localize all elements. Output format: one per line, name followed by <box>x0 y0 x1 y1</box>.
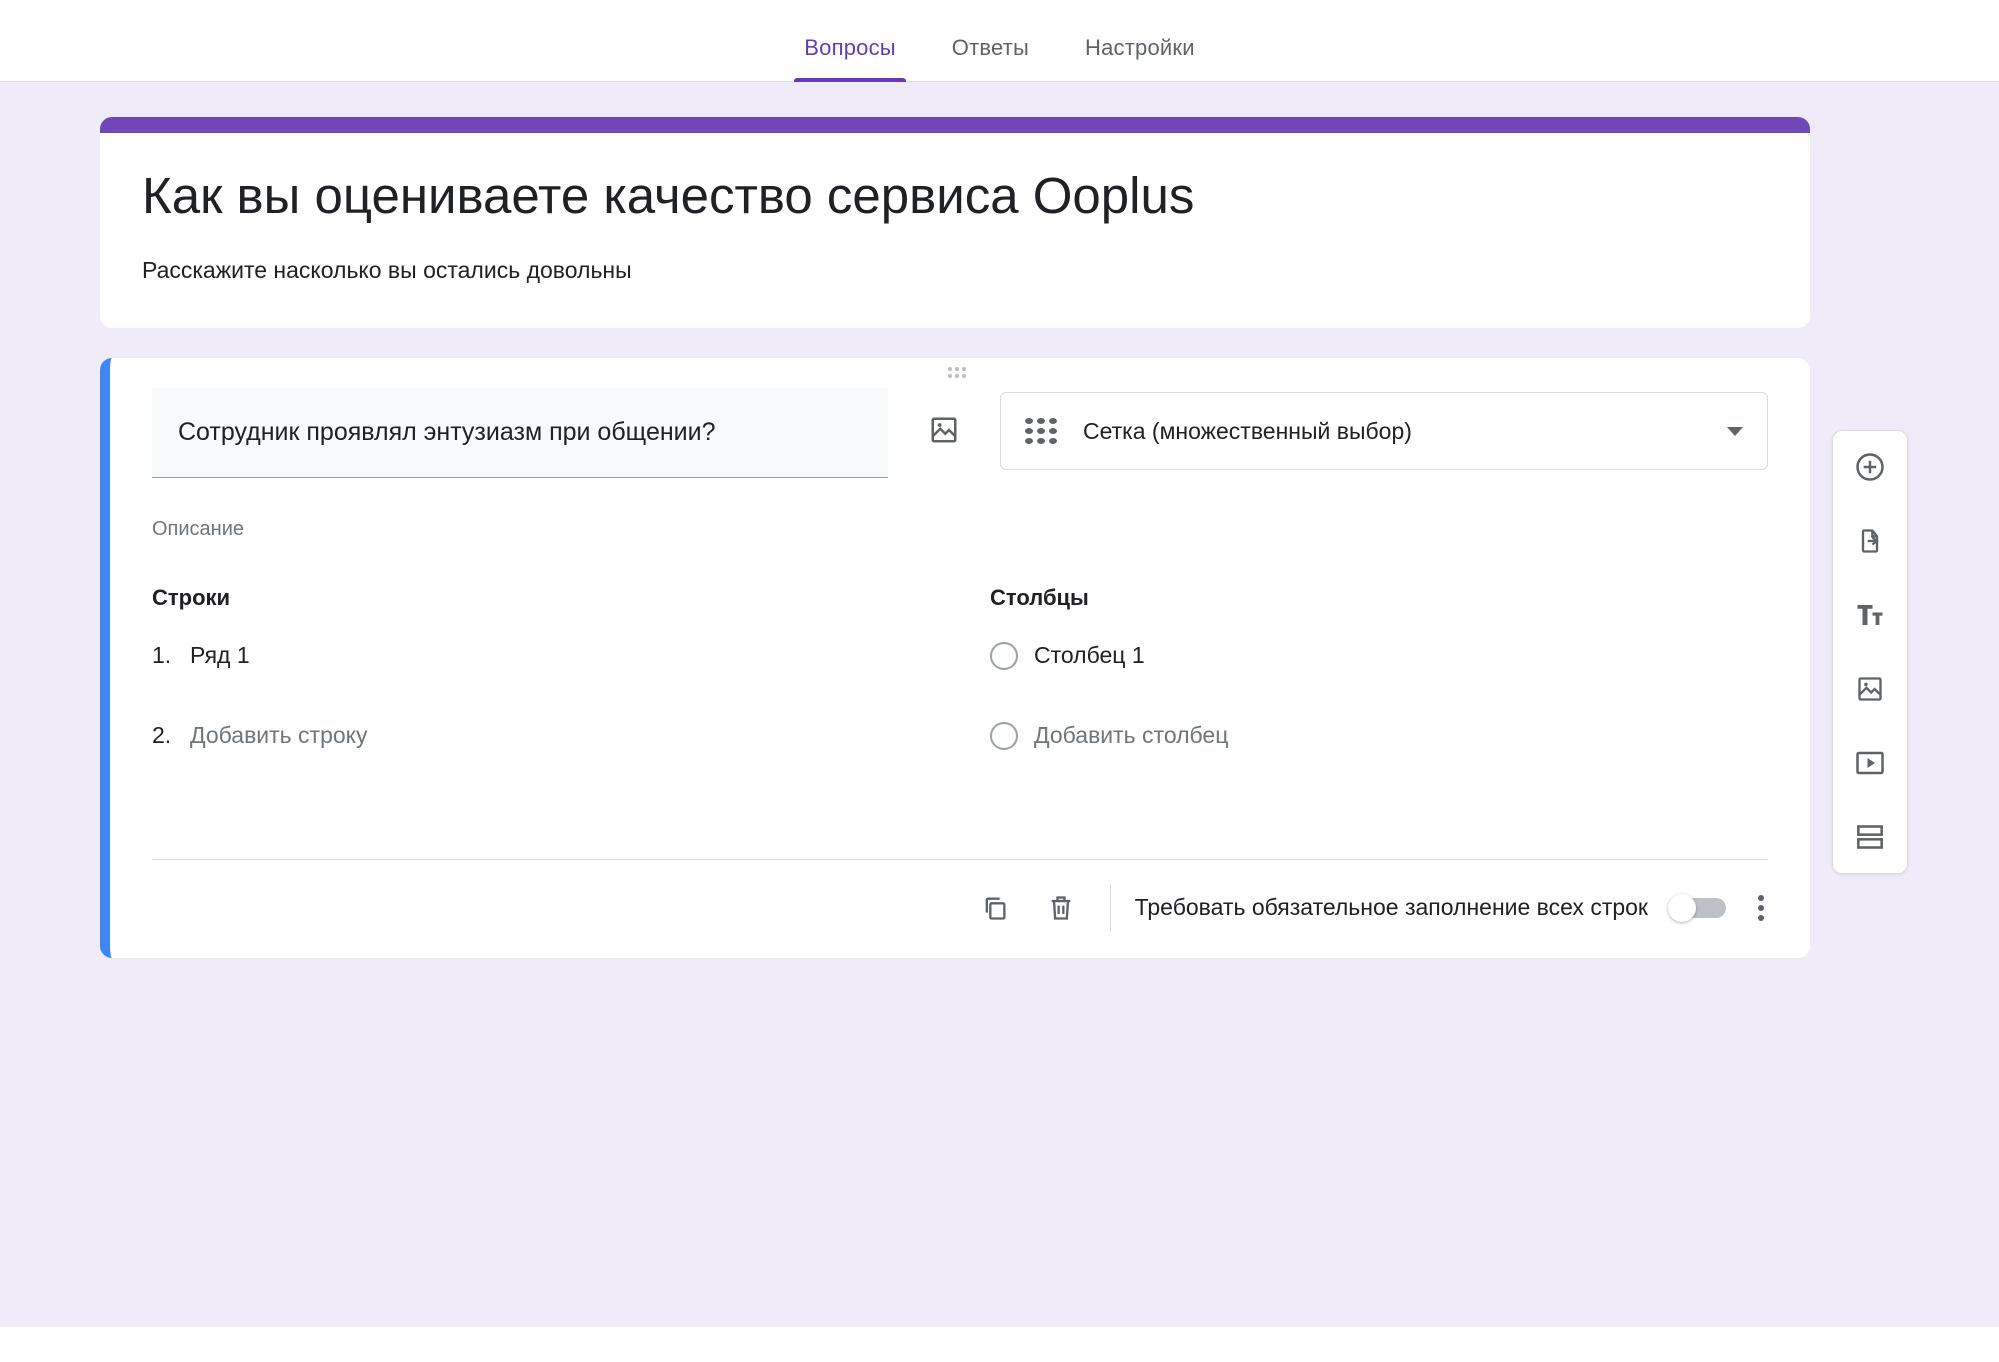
text-icon <box>1855 602 1885 628</box>
cols-header: Столбцы <box>990 585 1768 611</box>
add-row-button[interactable]: 2. Добавить строку <box>152 719 930 753</box>
chevron-down-icon <box>1727 427 1743 436</box>
add-col-button[interactable]: Добавить столбец <box>990 719 1768 753</box>
drag-handle[interactable] <box>110 358 1810 388</box>
add-row-number: 2. <box>152 722 174 749</box>
import-questions-button[interactable] <box>1852 523 1888 559</box>
image-icon <box>1856 675 1884 703</box>
question-title-text: Сотрудник проявлял энтузиазм при общении… <box>178 414 862 450</box>
tab-questions[interactable]: Вопросы <box>776 35 924 81</box>
add-question-button[interactable] <box>1852 449 1888 485</box>
add-col-label: Добавить столбец <box>1034 722 1228 749</box>
duplicate-button[interactable] <box>980 893 1010 923</box>
image-icon <box>929 415 959 445</box>
footer-divider <box>1110 884 1111 932</box>
rows-header: Строки <box>152 585 930 611</box>
question-title-input[interactable]: Сотрудник проявлял энтузиазм при общении… <box>152 388 888 477</box>
row-label: Ряд 1 <box>190 642 250 669</box>
cols-column: Столбцы Столбец 1 Добавить столбец <box>990 585 1768 799</box>
col-label: Столбец 1 <box>1034 642 1145 669</box>
radio-icon <box>990 722 1018 750</box>
add-title-button[interactable] <box>1852 597 1888 633</box>
section-icon <box>1856 824 1884 850</box>
radio-icon <box>990 642 1018 670</box>
add-image-button-toolbar[interactable] <box>1852 671 1888 707</box>
tab-settings[interactable]: Настройки <box>1057 35 1223 81</box>
question-footer: Требовать обязательное заполнение всех с… <box>152 859 1768 958</box>
tab-answers[interactable]: Ответы <box>924 35 1057 81</box>
more-options-button[interactable] <box>1754 891 1768 925</box>
form-description[interactable]: Расскажите насколько вы остались довольн… <box>142 257 1768 284</box>
required-toggle-label: Требовать обязательное заполнение всех с… <box>1135 894 1648 921</box>
drag-icon <box>948 367 972 379</box>
question-type-select[interactable]: Сетка (множественный выбор) <box>1000 392 1768 470</box>
row-item[interactable]: 1. Ряд 1 <box>152 639 930 673</box>
add-image-button[interactable] <box>916 402 972 458</box>
delete-button[interactable] <box>1046 893 1076 923</box>
question-type-label: Сетка (множественный выбор) <box>1083 418 1703 445</box>
editor-tabs: Вопросы Ответы Настройки <box>0 0 1999 82</box>
rows-column: Строки 1. Ряд 1 2. Добавить строку <box>152 585 930 799</box>
video-icon <box>1855 750 1885 776</box>
question-card: Сотрудник проявлял энтузиазм при общении… <box>100 358 1810 957</box>
add-video-button[interactable] <box>1852 745 1888 781</box>
form-header-card: Как вы оцениваете качество сервиса Ooplu… <box>100 117 1810 328</box>
import-icon <box>1856 526 1884 556</box>
side-toolbar <box>1832 430 1908 874</box>
add-row-label: Добавить строку <box>190 722 367 749</box>
trash-icon <box>1047 893 1075 923</box>
col-item[interactable]: Столбец 1 <box>990 639 1768 673</box>
add-section-button[interactable] <box>1852 819 1888 855</box>
copy-icon <box>981 894 1009 922</box>
grid-icon <box>1025 418 1059 444</box>
row-number: 1. <box>152 642 174 669</box>
toggle-knob <box>1668 894 1696 922</box>
form-title[interactable]: Как вы оцениваете качество сервиса Ooplu… <box>142 163 1768 229</box>
required-toggle[interactable] <box>1670 898 1726 918</box>
plus-circle-icon <box>1855 452 1885 482</box>
question-description-input[interactable]: Описание <box>110 478 1810 541</box>
